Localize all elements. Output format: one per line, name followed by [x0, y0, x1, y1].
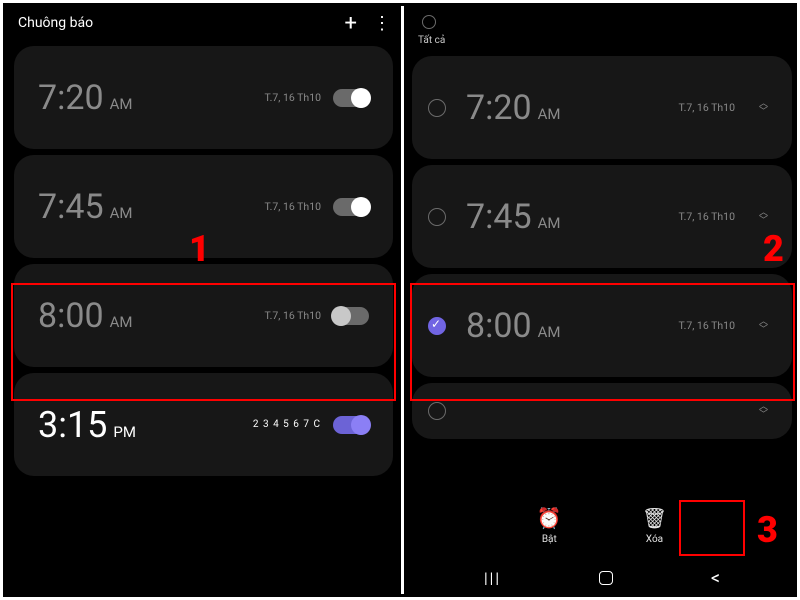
menu-icon[interactable]: ⋮: [373, 13, 389, 34]
add-alarm-icon[interactable]: +: [345, 11, 357, 36]
alarm-toggle[interactable]: [333, 416, 369, 434]
nav-back-icon[interactable]: <: [711, 568, 720, 589]
alarm-header: Chuông báo + ⋮: [6, 6, 401, 40]
alarm-schedule: T.7, 16 Th10: [678, 319, 735, 332]
annotation-1: 1: [189, 228, 210, 270]
select-all-checkbox[interactable]: [422, 15, 436, 29]
reorder-icon[interactable]: ︿﹀: [759, 403, 768, 419]
select-checkbox[interactable]: [428, 402, 446, 420]
page-title: Chuông báo: [18, 15, 93, 31]
alarm-toggle[interactable]: [333, 89, 369, 107]
select-checkbox[interactable]: [428, 317, 446, 335]
nav-home-icon[interactable]: [599, 571, 613, 585]
alarm-row[interactable]: 7:20AM T.7, 16 Th10: [14, 46, 393, 149]
alarm-schedule: T.7, 16 Th10: [264, 91, 321, 104]
alarm-toggle[interactable]: [333, 198, 369, 216]
alarm-row-select[interactable]: ︿﹀: [412, 383, 792, 439]
reorder-icon[interactable]: ︿﹀: [759, 209, 768, 225]
alarm-schedule: T.7, 16 Th10: [264, 309, 321, 322]
alarm-row-select[interactable]: 8:00AM T.7, 16 Th10 ︿﹀: [412, 274, 792, 377]
turn-on-button[interactable]: ⏰ Bật: [537, 506, 562, 562]
alarm-time: 8:00AM: [38, 296, 132, 336]
alarm-time: 7:45AM: [38, 187, 132, 227]
alarm-row-select[interactable]: 7:20AM T.7, 16 Th10 ︿﹀: [412, 56, 792, 159]
alarm-schedule: T.7, 16 Th10: [678, 210, 735, 223]
alarm-row[interactable]: 8:00AM T.7, 16 Th10: [14, 264, 393, 367]
alarm-time: 3:15PM: [38, 404, 136, 446]
select-checkbox[interactable]: [428, 208, 446, 226]
alarm-time: 8:00AM: [466, 306, 560, 346]
annotation-2: 2: [763, 228, 784, 270]
alarm-schedule: 2 3 4 5 6 7 C: [253, 419, 321, 430]
clock-icon: ⏰: [537, 506, 562, 530]
select-all-label: Tất cả: [404, 35, 800, 46]
reorder-icon[interactable]: ︿﹀: [759, 318, 768, 334]
alarm-schedule: T.7, 16 Th10: [264, 200, 321, 213]
reorder-icon[interactable]: ︿﹀: [759, 100, 768, 116]
alarm-row-select[interactable]: 7:45AM T.7, 16 Th10 ︿﹀: [412, 165, 792, 268]
alarm-time: 7:20AM: [38, 78, 132, 118]
trash-icon: 🗑: [642, 506, 667, 530]
alarm-row[interactable]: 3:15PM 2 3 4 5 6 7 C: [14, 373, 393, 476]
alarm-time: 7:20AM: [466, 88, 560, 128]
nav-recent-icon[interactable]: |||: [484, 569, 501, 587]
delete-button[interactable]: 🗑 Xóa: [642, 506, 667, 562]
alarm-time: 7:45AM: [466, 197, 560, 237]
select-checkbox[interactable]: [428, 99, 446, 117]
alarm-schedule: T.7, 16 Th10: [678, 101, 735, 114]
annotation-3: 3: [757, 509, 778, 551]
alarm-toggle[interactable]: [333, 307, 369, 325]
